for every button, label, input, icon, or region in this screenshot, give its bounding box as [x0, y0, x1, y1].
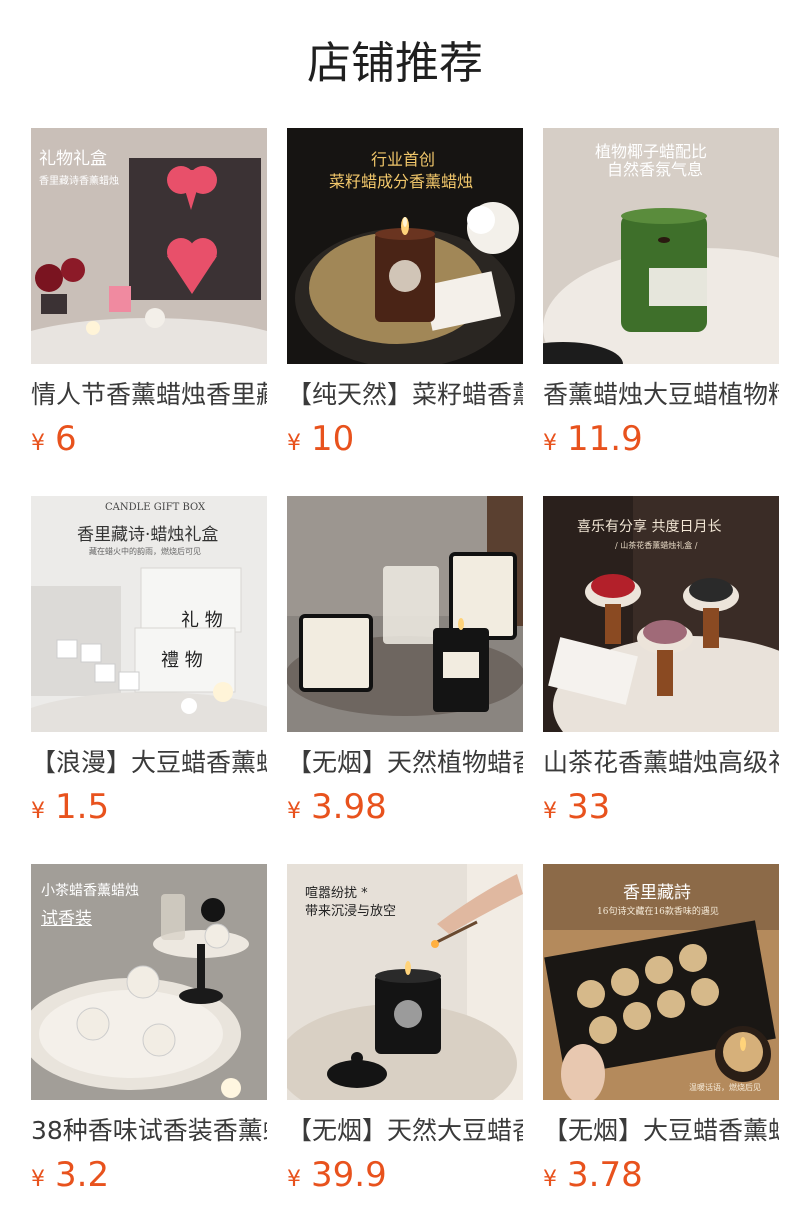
product-title[interactable]: 38种香味试香装香薰蜡烛: [31, 1114, 267, 1148]
image-caption: CANDLE GIFT BOX: [105, 502, 206, 513]
product-title[interactable]: 【纯天然】菜籽蜡香薰蜡烛: [287, 378, 523, 412]
image-caption: 16句诗文藏在16款香味的遇见: [597, 907, 719, 917]
image-caption: 藏在蜡火中的韵雨，燃烧后可见: [89, 547, 201, 556]
product-image[interactable]: 喧嚣纷扰 * 带来沉浸与放空: [287, 864, 523, 1100]
price-value: 1.5: [55, 787, 110, 827]
product-card[interactable]: 喜乐有分享 共度日月长 / 山茶花香薰蜡烛礼盒 / 山茶花香薰蜡烛高级礼盒 ¥3…: [543, 496, 779, 836]
product-card[interactable]: 小茶蜡香薰蜡烛 试香装 38种香味试香装香薰蜡烛 ¥3.2: [31, 864, 267, 1204]
price-value: 11.9: [567, 419, 643, 459]
image-caption: 菜籽蜡成分香薰蜡烛: [329, 172, 474, 191]
image-caption: 香里藏詩: [623, 883, 691, 903]
image-caption: 小茶蜡香薰蜡烛: [41, 883, 139, 899]
product-price: ¥1.5: [31, 786, 267, 828]
product-image[interactable]: CANDLE GIFT BOX 香里藏诗·蜡烛礼盒 藏在蜡火中的韵雨，燃烧后可见…: [31, 496, 267, 732]
image-caption: 香里藏诗香薰蜡烛: [39, 176, 119, 187]
image-caption: 自然香氛气息: [607, 160, 704, 179]
currency-symbol: ¥: [543, 1167, 557, 1192]
image-caption: 礼物礼盒: [39, 149, 107, 169]
product-card[interactable]: 香里藏詩 16句诗文藏在16款香味的遇见 温暖话语，燃烧后见 【无烟】大豆蜡香薰…: [543, 864, 779, 1204]
price-value: 33: [567, 787, 611, 827]
image-caption: 喧嚣纷扰 *: [305, 886, 368, 901]
product-image[interactable]: 行业首创 菜籽蜡成分香薰蜡烛: [287, 128, 523, 364]
product-title[interactable]: 【无烟】大豆蜡香薰蜡烛: [543, 1114, 779, 1148]
image-caption: 温暖话语，燃烧后见: [689, 1083, 761, 1092]
product-title[interactable]: 【无烟】天然植物蜡香薰: [287, 746, 523, 780]
price-value: 10: [311, 419, 355, 459]
price-value: 3.2: [55, 1155, 110, 1195]
currency-symbol: ¥: [31, 799, 45, 824]
image-caption: 香里藏诗·蜡烛礼盒: [77, 525, 219, 545]
product-title[interactable]: 【浪漫】大豆蜡香薰蜡烛: [31, 746, 267, 780]
product-price: ¥3.78: [543, 1154, 779, 1196]
price-value: 3.78: [567, 1155, 643, 1195]
product-card[interactable]: 礼物礼盒 香里藏诗香薰蜡烛 情人节香薰蜡烛香里藏诗 ¥6: [31, 128, 267, 468]
image-caption: 喜乐有分享 共度日月长: [577, 519, 722, 535]
product-card[interactable]: 【无烟】天然植物蜡香薰 ¥3.98: [287, 496, 523, 836]
product-price: ¥6: [31, 418, 267, 460]
product-image[interactable]: 礼物礼盒 香里藏诗香薰蜡烛: [31, 128, 267, 364]
price-value: 6: [55, 419, 77, 459]
product-image[interactable]: 喜乐有分享 共度日月长 / 山茶花香薰蜡烛礼盒 /: [543, 496, 779, 732]
product-price: ¥3.98: [287, 786, 523, 828]
section-title: 店铺推荐: [307, 38, 483, 89]
box-label: 禮 物: [161, 650, 203, 671]
product-title[interactable]: 香薰蜡烛大豆蜡植物精油: [543, 378, 779, 412]
product-title[interactable]: 山茶花香薰蜡烛高级礼盒: [543, 746, 779, 780]
image-caption: 行业首创: [371, 150, 436, 169]
product-image[interactable]: 小茶蜡香薰蜡烛 试香装: [31, 864, 267, 1100]
currency-symbol: ¥: [287, 431, 301, 456]
image-caption: 试香装: [41, 909, 92, 929]
box-label: 礼 物: [181, 610, 223, 631]
product-card[interactable]: 喧嚣纷扰 * 带来沉浸与放空 【无烟】天然大豆蜡香薰 ¥39.9: [287, 864, 523, 1204]
product-title[interactable]: 【无烟】天然大豆蜡香薰: [287, 1114, 523, 1148]
price-value: 3.98: [311, 787, 387, 827]
currency-symbol: ¥: [287, 1167, 301, 1192]
product-title[interactable]: 情人节香薰蜡烛香里藏诗: [31, 378, 267, 412]
product-price: ¥33: [543, 786, 779, 828]
product-card[interactable]: 行业首创 菜籽蜡成分香薰蜡烛 【纯天然】菜籽蜡香薰蜡烛 ¥10: [287, 128, 523, 468]
currency-symbol: ¥: [543, 431, 557, 456]
product-price: ¥10: [287, 418, 523, 460]
product-image[interactable]: 香里藏詩 16句诗文藏在16款香味的遇见 温暖话语，燃烧后见: [543, 864, 779, 1100]
product-image[interactable]: [287, 496, 523, 732]
product-price: ¥11.9: [543, 418, 779, 460]
image-caption: / 山茶花香薰蜡烛礼盒 /: [615, 541, 698, 550]
product-card[interactable]: 植物椰子蜡配比 自然香氛气息 香薰蜡烛大豆蜡植物精油 ¥11.9: [543, 128, 779, 468]
product-price: ¥39.9: [287, 1154, 523, 1196]
product-price: ¥3.2: [31, 1154, 267, 1196]
price-value: 39.9: [311, 1155, 387, 1195]
currency-symbol: ¥: [31, 431, 45, 456]
image-caption: 带来沉浸与放空: [305, 904, 397, 919]
product-card[interactable]: CANDLE GIFT BOX 香里藏诗·蜡烛礼盒 藏在蜡火中的韵雨，燃烧后可见…: [31, 496, 267, 836]
product-image[interactable]: 植物椰子蜡配比 自然香氛气息: [543, 128, 779, 364]
currency-symbol: ¥: [31, 1167, 45, 1192]
currency-symbol: ¥: [287, 799, 301, 824]
currency-symbol: ¥: [543, 799, 557, 824]
